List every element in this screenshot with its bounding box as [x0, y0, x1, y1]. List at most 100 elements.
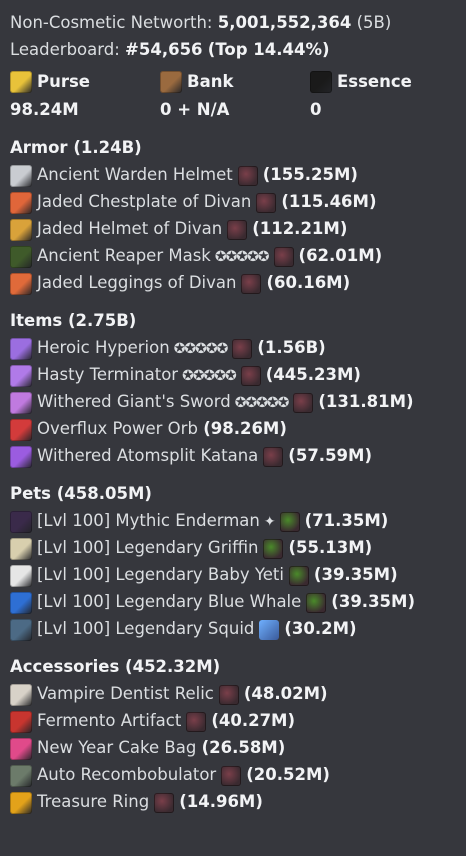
balance-name: Purse [37, 71, 90, 91]
leaderboard-top: (Top 14.44%) [207, 40, 330, 60]
list-item: [Lvl 100] Legendary Blue Whale (39.35M) [10, 589, 466, 616]
reaper-mask-icon [10, 245, 32, 268]
list-item: Ancient Reaper Mask ✪✪✪✪✪ (62.01M) [10, 243, 466, 270]
money-bag-icon [160, 71, 182, 93]
list-item: Overflux Power Orb (98.26M) [10, 416, 466, 443]
networth-label: Non-Cosmetic Networth: [10, 13, 213, 33]
gemstone-icon [263, 446, 284, 467]
item-value: (30.2M) [284, 619, 357, 639]
list-item: [Lvl 100] Legendary Griffin (55.13M) [10, 535, 466, 562]
item-stars: ✪✪✪✪✪ [173, 340, 229, 357]
balance-bank: Bank 0 + N/A [160, 68, 310, 124]
item-stars: ✪✪✪✪✪ [214, 248, 270, 265]
whale-pet-icon [10, 591, 32, 614]
item-value: (39.35M) [331, 592, 415, 612]
gemstone-icon [263, 538, 284, 559]
griffin-pet-icon [10, 537, 32, 560]
item-value: (20.52M) [246, 765, 330, 785]
dentist-relic-icon [10, 683, 32, 706]
gemstone-icon [154, 792, 175, 813]
section-title: Armor (1.24B) [10, 137, 142, 157]
list-item: Withered Atomsplit Katana (57.59M) [10, 443, 466, 470]
item-name: Jaded Helmet of Divan [37, 219, 223, 239]
networth-short: (5B) [356, 13, 392, 33]
balance-header: Purse [10, 68, 160, 96]
list-item: Hasty Terminator ✪✪✪✪✪ (445.23M) [10, 362, 466, 389]
item-name: [Lvl 100] Legendary Griffin [37, 538, 259, 558]
balance-name: Essence [337, 71, 412, 91]
balance-name: Bank [187, 71, 234, 91]
list-item: Vampire Dentist Relic (48.02M) [10, 681, 466, 708]
list-item: Treasure Ring (14.96M) [10, 789, 466, 816]
leaderboard-label: Leaderboard: [10, 40, 120, 60]
item-name: Hasty Terminator [37, 365, 179, 385]
divan-chestplate-icon [10, 191, 32, 214]
item-name: Jaded Chestplate of Divan [37, 192, 252, 212]
item-value: (115.46M) [281, 192, 377, 212]
balance-essence: Essence 0 [310, 68, 450, 124]
essence-orb-icon [310, 71, 332, 93]
giant-sword-icon [10, 391, 32, 414]
item-name: Fermento Artifact [37, 711, 182, 731]
item-stars: ✪✪✪✪✪ [182, 367, 237, 384]
list-item: [Lvl 100] Legendary Squid (30.2M) [10, 616, 466, 643]
item-value: (445.23M) [265, 365, 361, 385]
item-value: (131.81M) [318, 392, 414, 412]
list-item: [Lvl 100] Legendary Baby Yeti (39.35M) [10, 562, 466, 589]
enderman-pet-icon [10, 510, 32, 533]
item-value: (1.56B) [257, 338, 326, 358]
item-value: (98.26M) [203, 419, 287, 439]
balance-header: Essence [310, 68, 450, 96]
item-stars: ✪✪✪✪✪ [234, 394, 290, 411]
section-title: Pets (458.05M) [10, 483, 152, 503]
item-value: (48.02M) [243, 684, 328, 704]
list-item: Heroic Hyperion ✪✪✪✪✪ (1.56B) [10, 335, 466, 362]
item-name: Heroic Hyperion [37, 338, 170, 358]
squid-pet-icon [10, 618, 32, 641]
list-item: Withered Giant's Sword ✪✪✪✪✪ (131.81M) [10, 389, 466, 416]
list-item: Fermento Artifact (40.27M) [10, 708, 466, 735]
recombobulator-icon [10, 764, 32, 787]
divan-helmet-icon [10, 218, 32, 241]
item-value: (60.16M) [266, 273, 351, 293]
item-value: (26.58M) [201, 738, 286, 758]
cake-bag-icon [10, 737, 32, 760]
gold-ingot-icon [10, 71, 32, 93]
balance-purse: Purse 98.24M [10, 68, 160, 124]
item-name: Jaded Leggings of Divan [37, 273, 237, 293]
leaderboard-rank: #54,656 [125, 40, 203, 60]
hyperion-sword-icon [10, 337, 32, 360]
gemstone-icon [241, 273, 262, 294]
item-name: Ancient Warden Helmet [37, 165, 233, 185]
gemstone-icon [279, 511, 300, 532]
divan-leggings-icon [10, 272, 32, 295]
sections: Armor (1.24B) Ancient Warden Helmet (155.2… [10, 124, 466, 816]
item-value: (57.59M) [288, 446, 372, 466]
section-title: Items (2.75B) [10, 310, 137, 330]
item-value: (55.13M) [288, 538, 373, 558]
balance-value: 98.24M [10, 99, 79, 119]
networth-card: Non-Cosmetic Networth: 5,001,552,364 (5B… [0, 0, 466, 816]
trident-icon [259, 619, 280, 640]
balance-value: 0 + N/A [160, 99, 230, 119]
list-item: Jaded Chestplate of Divan (115.46M) [10, 189, 466, 216]
item-stars: ✦ [263, 513, 276, 530]
item-value: (155.25M) [262, 165, 358, 185]
item-name: Overflux Power Orb [37, 419, 198, 439]
balance-value: 0 [310, 99, 322, 119]
list-item: Jaded Leggings of Divan (60.16M) [10, 270, 466, 297]
gemstone-icon [293, 392, 314, 413]
item-value: (40.27M) [211, 711, 296, 731]
item-name: [Lvl 100] Legendary Blue Whale [37, 592, 302, 612]
list-item: New Year Cake Bag (26.58M) [10, 735, 466, 762]
item-name: Withered Giant's Sword [37, 392, 231, 412]
item-name: Withered Atomsplit Katana [37, 446, 259, 466]
treasure-ring-icon [10, 791, 32, 814]
list-item: Jaded Helmet of Divan (112.21M) [10, 216, 466, 243]
gemstone-icon [306, 592, 327, 613]
item-name: [Lvl 100] Legendary Baby Yeti [37, 565, 284, 585]
gemstone-icon [288, 565, 309, 586]
item-value: (14.96M) [179, 792, 263, 812]
